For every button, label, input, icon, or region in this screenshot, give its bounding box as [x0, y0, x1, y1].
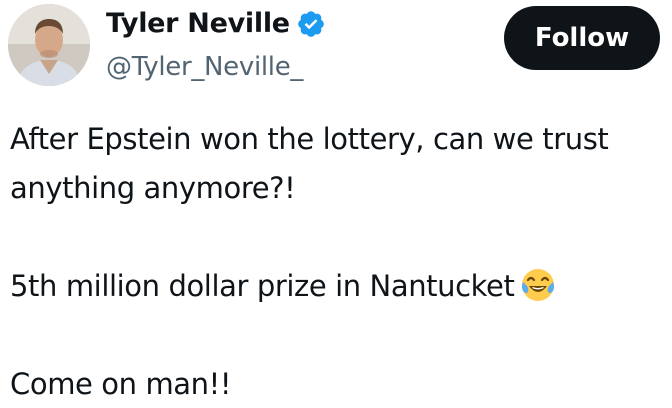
tweet-line: After Epstein won the lottery, can we tr… [10, 122, 609, 156]
line-break [10, 213, 672, 262]
face-with-tears-of-joy-icon [522, 269, 555, 301]
display-name[interactable]: Tyler Neville [106, 7, 290, 41]
tweet-line-with-emoji: 5th million dollar prize in Nantucket [10, 262, 672, 311]
line-break [10, 311, 672, 360]
tweet-line: anything anymore?! [10, 171, 296, 205]
tweet-card: Tyler Neville @Tyler_Neville_ Follow Aft… [0, 0, 672, 408]
avatar[interactable] [8, 4, 90, 86]
tweet-line: 5th million dollar prize in Nantucket [10, 269, 515, 303]
avatar-photo [8, 4, 90, 86]
handle[interactable]: @Tyler_Neville_ [106, 51, 303, 83]
name-row: Tyler Neville [106, 7, 326, 41]
follow-button[interactable]: Follow [504, 6, 660, 70]
verified-badge-icon [297, 11, 324, 37]
tweet-line: Come on man!! [10, 367, 232, 401]
tweet-text: After Epstein won the lottery, can we tr… [10, 115, 672, 408]
